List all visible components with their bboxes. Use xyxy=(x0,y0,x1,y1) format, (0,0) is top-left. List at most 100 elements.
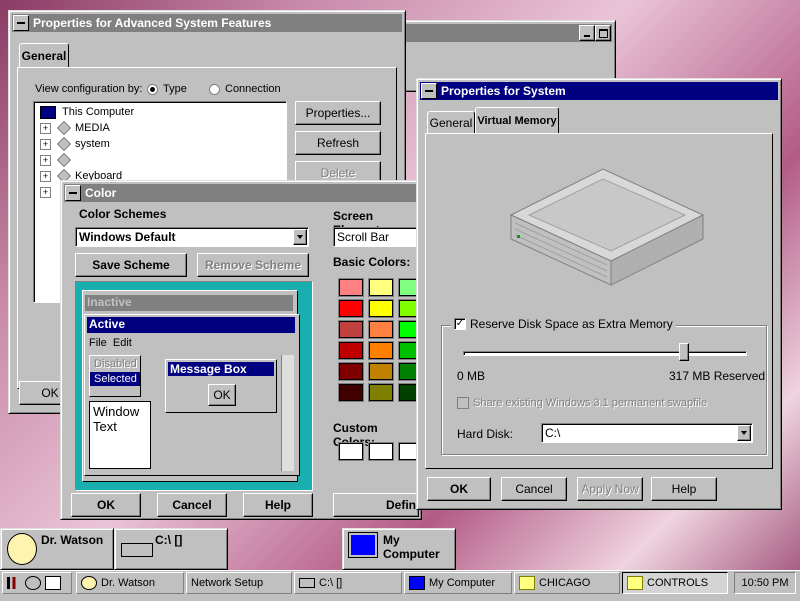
tab-general[interactable]: General xyxy=(19,43,69,68)
expand-icon[interactable]: + xyxy=(40,122,51,134)
preview-menu-popup: Disabled Selected xyxy=(89,355,141,397)
color-window-title: Color xyxy=(85,186,117,200)
help-button[interactable]: Help xyxy=(243,493,313,517)
computer-icon xyxy=(409,576,425,590)
properties-button[interactable]: Properties... xyxy=(295,101,381,125)
taskbar-item-label: CHICAGO xyxy=(539,577,591,589)
expand-icon[interactable]: + xyxy=(40,154,51,166)
basic-color-swatch[interactable] xyxy=(369,321,393,338)
basic-color-swatch[interactable] xyxy=(369,342,393,359)
cancel-button[interactable]: Cancel xyxy=(157,493,227,517)
taskbar-quick-icons[interactable] xyxy=(2,572,72,594)
advanced-window-titlebar[interactable]: Properties for Advanced System Features xyxy=(12,14,402,32)
preview-window-text: Window Text xyxy=(89,401,151,469)
refresh-button[interactable]: Refresh xyxy=(295,131,381,155)
tree-item-label: This Computer xyxy=(62,106,135,118)
desktop-cdrive[interactable]: C:\ [] xyxy=(114,528,228,570)
custom-color-2[interactable] xyxy=(369,443,393,460)
taskbar-item-label: Network Setup xyxy=(191,577,264,589)
tab-virtual-memory[interactable]: Virtual Memory xyxy=(475,107,559,134)
preview-inactive-title: Inactive xyxy=(85,295,293,311)
taskbar-item-drwatson[interactable]: Dr. Watson xyxy=(76,572,184,594)
memory-slider[interactable] xyxy=(459,341,751,367)
save-scheme-button[interactable]: Save Scheme xyxy=(75,253,187,277)
scheme-preview[interactable]: Inactive Active File Edit Disabled Selec… xyxy=(75,281,313,491)
help-button[interactable]: Help xyxy=(651,477,717,501)
system-menu-icon[interactable] xyxy=(13,15,29,31)
color-scheme-select[interactable]: Windows Default xyxy=(75,227,309,247)
remove-scheme-button[interactable]: Remove Scheme xyxy=(197,253,309,277)
preview-menu: File Edit xyxy=(89,337,132,349)
view-by-label: View configuration by: xyxy=(35,83,143,95)
basic-color-swatch[interactable] xyxy=(339,300,363,317)
basic-color-swatch[interactable] xyxy=(369,300,393,317)
maximize-icon xyxy=(598,28,608,38)
preview-message-box: Message Box OK xyxy=(165,359,277,413)
basic-color-swatch[interactable] xyxy=(339,363,363,380)
slider-thumb[interactable] xyxy=(678,343,689,361)
basic-colors-grid[interactable] xyxy=(333,273,423,401)
taskbar-item-label: CONTROLS xyxy=(647,577,709,589)
reserve-label: Reserve Disk Space as Extra Memory xyxy=(470,317,673,331)
preview-message-title: Message Box xyxy=(168,362,274,376)
basic-color-swatch[interactable] xyxy=(369,279,393,296)
basic-color-swatch[interactable] xyxy=(339,342,363,359)
taskbar-item-controls[interactable]: CONTROLS xyxy=(622,572,728,594)
radio-connection-label: Connection xyxy=(225,83,281,95)
taskbar-item-label: C:\ [] xyxy=(319,577,343,589)
doctor-icon xyxy=(7,533,37,565)
expand-icon[interactable]: + xyxy=(40,186,51,198)
tree-item-unnamed[interactable]: + xyxy=(40,152,75,168)
cdrive-label: C:\ [] xyxy=(155,533,183,547)
taskbar-item-chicago[interactable]: CHICAGO xyxy=(514,572,620,594)
tab-general[interactable]: General xyxy=(427,111,475,134)
chevron-down-icon xyxy=(297,235,303,239)
basic-color-swatch[interactable] xyxy=(339,279,363,296)
expand-icon[interactable]: + xyxy=(40,138,51,150)
radio-connection-indicator xyxy=(209,83,220,95)
apply-now-button[interactable]: Apply Now xyxy=(577,477,643,501)
tree-item-root[interactable]: This Computer xyxy=(40,104,134,120)
folder-icon xyxy=(519,576,535,590)
color-window: Color Color Schemes Windows Default Save… xyxy=(60,180,423,520)
maximize-button[interactable] xyxy=(595,25,611,41)
taskbar-item-mycomputer[interactable]: My Computer xyxy=(404,572,512,594)
ok-button[interactable]: OK xyxy=(427,477,491,501)
help-book-icon xyxy=(45,576,61,590)
reserve-checkbox[interactable]: ✓ Reserve Disk Space as Extra Memory xyxy=(451,317,676,331)
desktop-drwatson[interactable]: Dr. Watson xyxy=(0,528,114,570)
define-custom-colors-button[interactable]: Defin xyxy=(333,493,419,517)
system-window-titlebar[interactable]: Properties for System xyxy=(420,82,778,100)
custom-color-1[interactable] xyxy=(339,443,363,460)
expand-icon[interactable]: + xyxy=(40,170,51,182)
taskbar-item-label: My Computer xyxy=(429,577,496,589)
desktop-mycomputer[interactable]: My Computer xyxy=(342,528,456,570)
cancel-button[interactable]: Cancel xyxy=(501,477,567,501)
taskbar-item-label: Dr. Watson xyxy=(101,577,155,589)
radio-type[interactable]: Type xyxy=(147,83,187,95)
share-label: Share existing Windows 3.1 permanent swa… xyxy=(473,397,708,409)
checkbox-checked-icon: ✓ xyxy=(454,318,466,330)
taskbar-item-network[interactable]: Network Setup xyxy=(186,572,292,594)
ok-button[interactable]: OK xyxy=(71,493,141,517)
basic-color-swatch[interactable] xyxy=(339,321,363,338)
system-menu-icon[interactable] xyxy=(421,83,437,99)
basic-color-swatch[interactable] xyxy=(369,363,393,380)
tree-item-system[interactable]: + system xyxy=(40,136,110,152)
taskbar-item-cdrive[interactable]: C:\ [] xyxy=(294,572,402,594)
screen-element-select[interactable]: Scroll Bar xyxy=(333,227,419,247)
system-menu-icon[interactable] xyxy=(65,185,81,201)
tree-item-media[interactable]: + MEDIA xyxy=(40,120,110,136)
minimize-button[interactable] xyxy=(579,25,595,41)
dropdown-button[interactable] xyxy=(737,425,751,441)
radio-connection[interactable]: Connection xyxy=(209,83,281,95)
slider-min-label: 0 MB xyxy=(457,369,486,383)
tree-item-collapsed[interactable]: + xyxy=(40,184,55,200)
taskbar-clock[interactable]: 10:50 PM xyxy=(734,572,796,594)
basic-color-swatch[interactable] xyxy=(369,384,393,401)
share-swapfile-checkbox[interactable]: Share existing Windows 3.1 permanent swa… xyxy=(457,397,707,409)
dropdown-button[interactable] xyxy=(293,229,307,245)
basic-color-swatch[interactable] xyxy=(339,384,363,401)
color-window-titlebar[interactable]: Color xyxy=(64,184,418,202)
hard-disk-select[interactable]: C:\ xyxy=(541,423,753,443)
